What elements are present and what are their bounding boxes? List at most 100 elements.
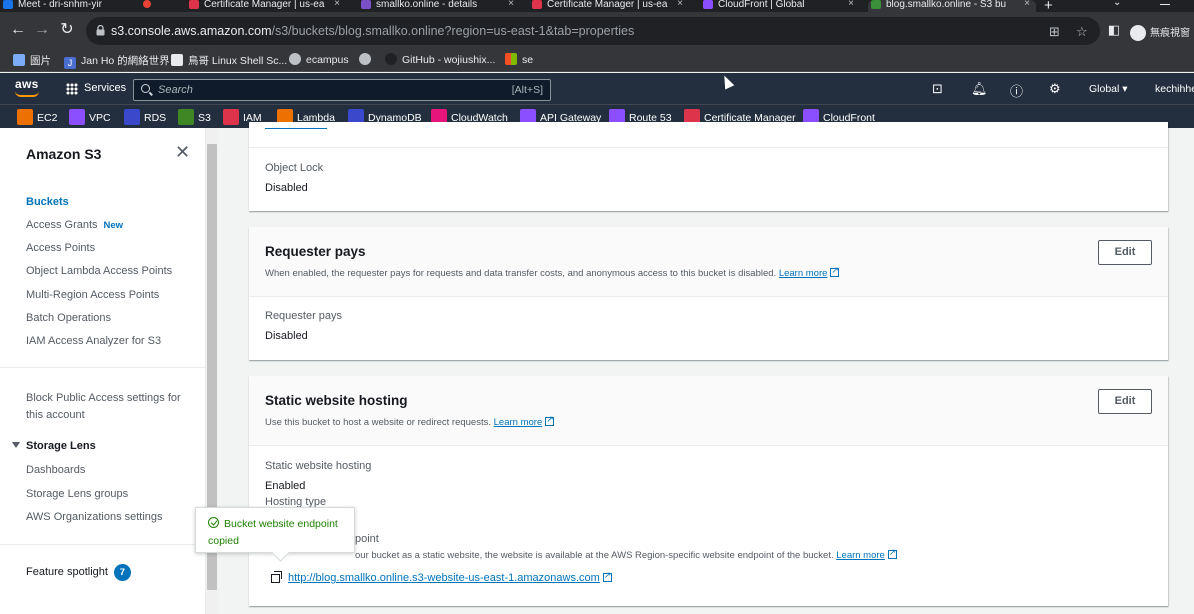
static-hosting-value: Enabled [265, 480, 306, 492]
tab-close-icon[interactable]: × [334, 0, 340, 9]
favorite-ec2[interactable]: EC2 [17, 109, 57, 125]
requester-pays-edit-button[interactable]: Edit [1098, 240, 1152, 265]
website-endpoint-link[interactable]: http://blog.smallko.online.s3-website-us… [288, 572, 600, 584]
panel-header: Requester pays When enabled, the request… [249, 227, 1168, 297]
browser-tab[interactable]: CloudFront | Global × [700, 0, 860, 12]
settings-gear-icon[interactable]: ⚙ [1049, 81, 1061, 97]
bookmark-item[interactable]: 鳥哥 Linux Shell Sc... [171, 53, 287, 68]
learn-more-link[interactable]: Learn more [494, 417, 543, 428]
external-link-icon [887, 547, 897, 559]
sidebar-item-dashboards[interactable]: Dashboards [26, 464, 85, 476]
static-hosting-description: Use this bucket to host a website or red… [265, 414, 555, 428]
copy-icon[interactable] [271, 571, 282, 583]
tab-title: smallko.online - details [376, 0, 478, 10]
browser-tab[interactable]: smallko.online - details × [358, 0, 520, 12]
sidebar-item-buckets[interactable]: Buckets [26, 196, 69, 208]
tab-close-icon[interactable]: × [677, 0, 683, 9]
translate-icon[interactable]: ⊞ [1049, 24, 1060, 40]
browser-tab[interactable]: Certificate Manager | us-ea × [529, 0, 689, 12]
services-menu[interactable]: Services [84, 82, 126, 94]
static-hosting-edit-button[interactable]: Edit [1098, 389, 1152, 414]
account-menu[interactable]: kechihhe [1155, 83, 1194, 95]
bookmark-item[interactable]: se [505, 53, 533, 66]
incognito-icon [1130, 25, 1146, 42]
bookmark-star-icon[interactable]: ☆ [1076, 24, 1088, 40]
sidebar-item-object-lambda-access-points[interactable]: Object Lambda Access Points [26, 265, 172, 277]
bookmark-item[interactable]: 圖片 [13, 53, 51, 68]
sidebar-item-label: this account [26, 409, 85, 421]
tab-close-icon[interactable]: × [508, 0, 514, 9]
rds-icon [124, 109, 140, 125]
sidebar-item-label: Block Public Access settings for [26, 392, 181, 404]
sidebar-item-aws-organizations-settings[interactable]: AWS Organizations settings [26, 511, 163, 523]
external-link-icon [545, 414, 555, 426]
endpoint-url-row: http://blog.smallko.online.s3-website-us… [288, 570, 612, 584]
tab-close-icon[interactable]: × [848, 0, 854, 9]
new-tab-icon[interactable]: + [1044, 0, 1053, 12]
forward-arrow-icon[interactable]: → [32, 20, 52, 40]
sidebar-item-iam-access-analyzer[interactable]: IAM Access Analyzer for S3 [26, 335, 161, 347]
endpoint-label: point [355, 533, 379, 545]
sidebar-divider [0, 367, 206, 368]
bookmark-item[interactable]: GitHub - wojiushix... [385, 53, 495, 66]
browser-tab-strip: Meet - dri-snhm-yir Certificate Manager … [0, 0, 1194, 12]
address-bar[interactable]: s3.console.aws.amazon.com/s3/buckets/blo… [86, 17, 1100, 45]
url-text: s3.console.aws.amazon.com/s3/buckets/blo… [111, 24, 635, 38]
bookmark-item[interactable] [359, 53, 376, 66]
sidebar-item-access-grants[interactable]: Access Grants New [26, 219, 123, 231]
tab-title: CloudFront | Global [718, 0, 805, 10]
browser-tab-active[interactable]: blog.smallko.online - S3 bu × [868, 0, 1036, 12]
bookmark-item[interactable]: ecampus [289, 53, 349, 66]
sidebar-item-access-points[interactable]: Access Points [26, 242, 95, 254]
sidebar-item-batch-operations[interactable]: Batch Operations [26, 312, 111, 324]
browser-toolbar: ← → ↻ s3.console.aws.amazon.com/s3/bucke… [0, 12, 1194, 48]
search-box[interactable]: [Alt+S] [133, 79, 551, 101]
learn-more-link[interactable]: Learn more [779, 268, 828, 279]
incognito-profile[interactable]: 無痕視窗 [1130, 24, 1190, 42]
tab-title: Certificate Manager | us-ea [547, 0, 668, 10]
meet-favicon-icon [3, 0, 13, 9]
notifications-bell-icon[interactable]: 🔔︎ [971, 81, 988, 97]
help-icon[interactable]: ⓘ [1010, 81, 1023, 100]
sidepanel-icon[interactable]: ◧ [1104, 20, 1124, 40]
sidebar-item-storage-lens-groups[interactable]: Storage Lens groups [26, 488, 128, 500]
close-icon[interactable]: ✕ [175, 142, 190, 163]
services-grid-icon[interactable] [66, 83, 78, 95]
sidebar-item-feature-spotlight[interactable]: Feature spotlight 7 [26, 564, 131, 581]
caret-down-icon [12, 442, 20, 448]
learn-more-link[interactable]: Learn more [836, 550, 885, 561]
endpoint-description: our bucket as a static website, the webs… [355, 547, 897, 561]
notification-count-badge: 7 [113, 564, 131, 581]
copied-message: Bucket website endpoint copied [208, 518, 338, 547]
favorite-rds[interactable]: RDS [124, 109, 166, 125]
storage-lens-section[interactable]: Storage Lens [12, 440, 96, 452]
browser-tab[interactable]: Certificate Manager | us-ea × [186, 0, 346, 12]
sidebar-item-multi-region-access-points[interactable]: Multi-Region Access Points [26, 289, 159, 301]
back-arrow-icon[interactable]: ← [8, 20, 28, 40]
tab-close-icon[interactable]: × [1024, 0, 1030, 9]
cloudfront-favicon-icon [703, 0, 713, 9]
tab-search-chevron-icon[interactable]: ⌄ [1113, 0, 1121, 8]
grid-icon [13, 54, 25, 66]
s3-favicon-icon [871, 0, 881, 9]
lock-icon [96, 25, 105, 36]
aws-favicon-icon [189, 0, 199, 9]
iam-icon [223, 109, 239, 125]
github-icon [385, 53, 397, 65]
browser-tab[interactable]: Meet - dri-snhm-yir [0, 0, 138, 12]
window-minimize-icon[interactable] [1160, 4, 1170, 5]
bookmark-item[interactable]: J Jan Ho 的網絡世界 [64, 53, 170, 69]
cloudshell-icon[interactable]: ⊡ [932, 81, 943, 97]
favorite-s3[interactable]: S3 [178, 109, 211, 125]
object-lock-label: Object Lock [265, 162, 324, 174]
search-input[interactable] [158, 82, 478, 98]
aws-logo[interactable]: aws [15, 77, 39, 97]
region-selector[interactable]: Global ▾ [1089, 83, 1128, 95]
s3-icon [178, 109, 194, 125]
requester-pays-title: Requester pays [265, 244, 366, 259]
static-website-hosting-panel: Static website hosting Use this bucket t… [249, 376, 1168, 606]
favorite-vpc[interactable]: VPC [69, 109, 111, 125]
sidebar-item-block-public-access[interactable]: Block Public Access settings for this acc… [26, 390, 181, 424]
reload-icon[interactable]: ↻ [57, 20, 77, 40]
j-icon: J [64, 57, 76, 69]
